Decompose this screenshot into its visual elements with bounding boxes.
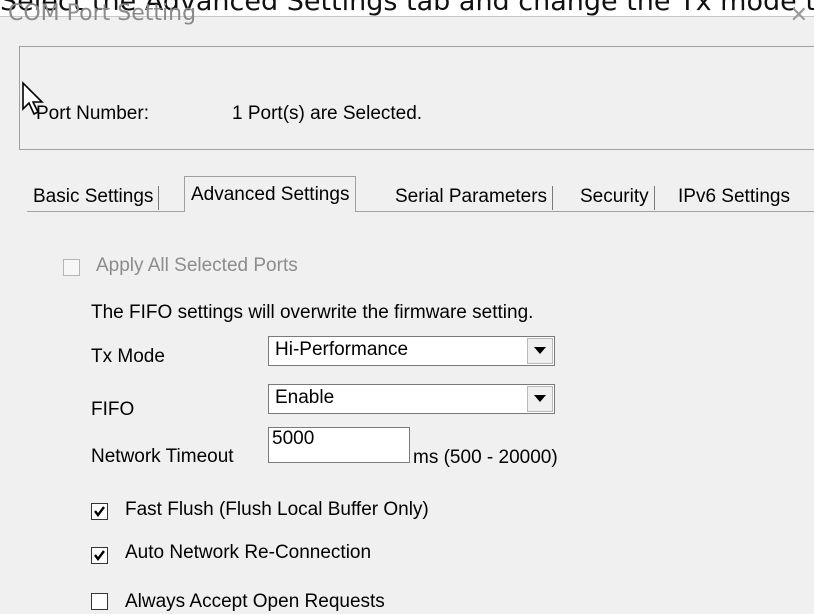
dropdown-arrow-icon[interactable] [527,338,553,364]
network-timeout-input[interactable] [268,427,410,463]
close-icon[interactable]: ✕ [790,3,808,28]
tab-basic-settings[interactable]: Basic Settings [27,182,160,212]
port-number-group [19,46,814,150]
auto-reconnect-label: Auto Network Re-Connection [125,542,372,563]
fifo-dropdown[interactable]: Enable [268,384,555,414]
apply-all-label: Apply All Selected Ports [96,255,298,276]
always-accept-label: Always Accept Open Requests [125,591,385,612]
fifo-label: FIFO [91,399,135,420]
port-number-value: 1 Port(s) are Selected. [232,103,423,124]
apply-all-checkbox[interactable] [63,259,80,276]
fifo-note: The FIFO settings will overwrite the fir… [91,302,534,323]
tab-serial-parameters[interactable]: Serial Parameters [389,182,554,212]
network-timeout-unit: ms (500 - 20000) [413,447,558,468]
network-timeout-label: Network Timeout [91,446,234,467]
checkmark-icon [94,550,105,561]
tab-panel-border [27,211,814,212]
fast-flush-label: Fast Flush (Flush Local Buffer Only) [125,499,429,520]
settings-tabs: Basic Settings Advanced Settings Serial … [27,176,814,212]
tx-mode-dropdown[interactable]: Hi-Performance [268,336,555,366]
tab-advanced-settings[interactable]: Advanced Settings [184,176,357,212]
fifo-value: Enable [275,387,335,408]
tab-ipv6-settings[interactable]: IPv6 Settings [672,182,796,212]
fast-flush-checkbox[interactable] [91,503,108,520]
tx-mode-label: Tx Mode [91,346,165,367]
network-timeout-field[interactable] [272,428,402,450]
port-number-label: Port Number: [36,103,149,124]
checkmark-icon [94,506,105,517]
always-accept-checkbox[interactable] [91,593,108,610]
auto-reconnect-checkbox[interactable] [91,547,108,564]
dialog-title: COM Port Setting [8,1,197,26]
tab-security[interactable]: Security [574,182,655,212]
dropdown-arrow-icon[interactable] [527,386,553,412]
tx-mode-value: Hi-Performance [275,339,409,360]
